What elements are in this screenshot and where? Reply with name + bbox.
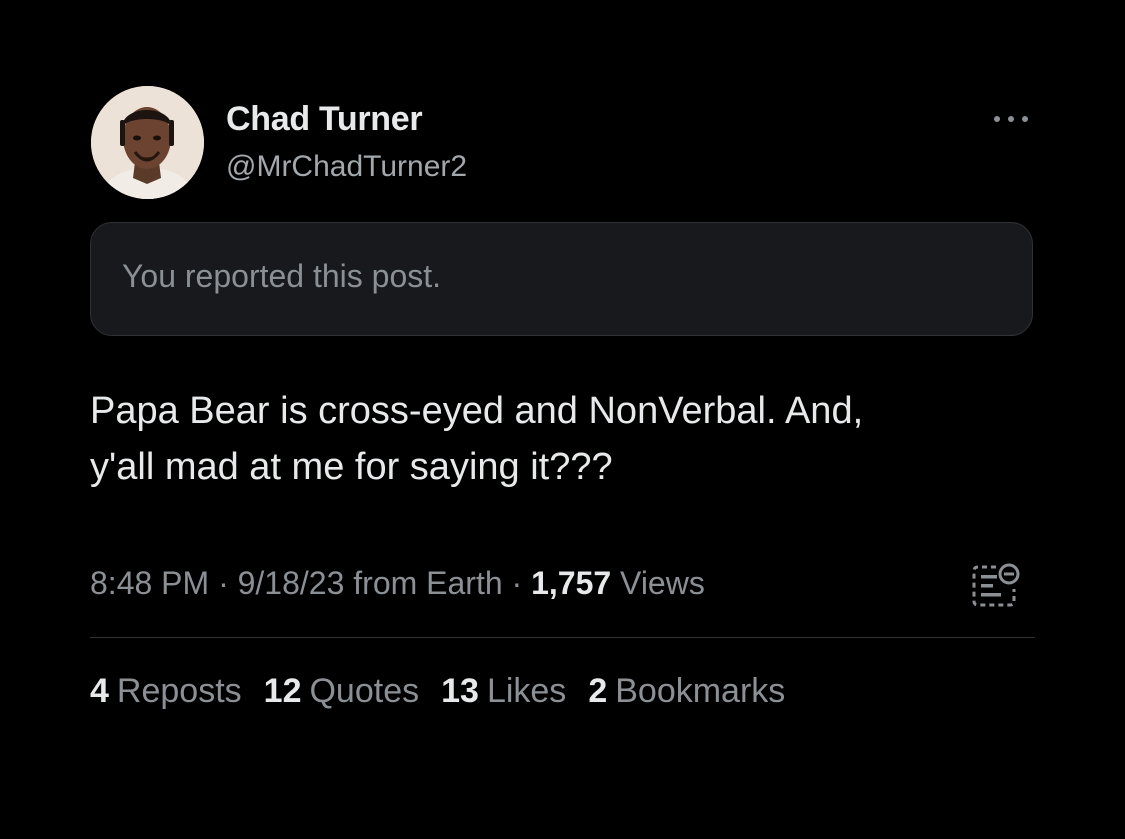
views-label: Views	[620, 565, 705, 601]
quotes-stat[interactable]: 12 Quotes	[264, 672, 419, 711]
reposts-label: Reposts	[116, 672, 242, 710]
post-meta: 8:48 PM · 9/18/23 from Earth · 1,757 Vie…	[90, 565, 705, 602]
post-date-source[interactable]: 9/18/23 from Earth	[238, 565, 503, 601]
avatar-image	[91, 86, 204, 199]
post-time[interactable]: 8:48 PM	[90, 565, 209, 601]
bookmarks-stat[interactable]: 2 Bookmarks	[588, 672, 785, 711]
meta-separator: ·	[218, 565, 229, 601]
engagement-stats: 4 Reposts 12 Quotes 13 Likes 2 Bookmarks	[90, 672, 785, 711]
post-detail: Chad Turner @MrChadTurner2 You reported …	[0, 0, 1125, 839]
more-options-button[interactable]	[990, 106, 1032, 132]
reported-notice: You reported this post.	[90, 222, 1033, 336]
likes-count: 13	[441, 672, 479, 710]
likes-label: Likes	[486, 672, 567, 710]
divider	[90, 637, 1035, 638]
likes-stat[interactable]: 13 Likes	[441, 672, 566, 711]
reported-notice-text: You reported this post.	[122, 258, 442, 294]
post-analytics-button[interactable]	[970, 561, 1022, 609]
meta-separator: ·	[511, 565, 523, 601]
avatar[interactable]	[91, 86, 204, 199]
quotes-label: Quotes	[309, 672, 420, 710]
author-name[interactable]: Chad Turner	[226, 100, 423, 139]
author-handle[interactable]: @MrChadTurner2	[226, 150, 467, 184]
reposts-stat[interactable]: 4 Reposts	[90, 672, 242, 711]
bookmarks-count: 2	[588, 672, 608, 710]
post-text-line: Papa Bear is cross-eyed and NonVerbal. A…	[90, 390, 864, 432]
reposts-count: 4	[90, 672, 109, 710]
views-count: 1,757	[531, 565, 612, 601]
more-horizontal-icon	[994, 116, 1028, 122]
post-text: Papa Bear is cross-eyed and NonVerbal. A…	[90, 383, 1035, 495]
quotes-count: 12	[263, 672, 302, 710]
bookmarks-label: Bookmarks	[615, 672, 786, 710]
post-text-line: y'all mad at me for saying it???	[90, 446, 613, 488]
post-analytics-icon	[972, 563, 1020, 607]
